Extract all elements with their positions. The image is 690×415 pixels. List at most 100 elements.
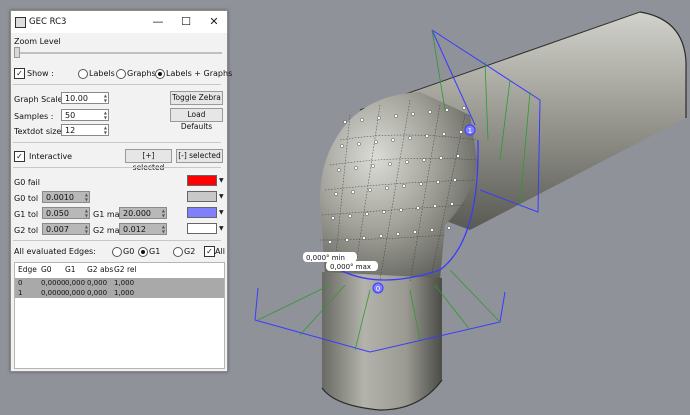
mesh-dot: [456, 154, 460, 158]
mesh-dot: [396, 232, 400, 236]
mesh-dot: [348, 214, 352, 218]
remove-selected-button[interactable]: [-] selected: [176, 149, 223, 163]
edges-g2-label: G2: [184, 247, 196, 256]
cell-g0: 0,0000: [41, 279, 66, 287]
pipe-elbow: [320, 92, 478, 280]
edges-g0-radio[interactable]: [112, 247, 122, 257]
mesh-dot: [402, 184, 406, 188]
minimize-button[interactable]: —: [147, 14, 169, 30]
chevron-down-icon[interactable]: ▼: [219, 177, 224, 184]
mesh-dot: [436, 180, 440, 184]
cell-edge: 1: [18, 289, 23, 297]
mesh-dot: [411, 112, 415, 116]
toggle-zebra-button[interactable]: Toggle Zebra: [170, 91, 223, 105]
show-graphs-radio[interactable]: [116, 69, 126, 79]
load-defaults-button[interactable]: Load Defaults: [170, 108, 223, 131]
mesh-dot: [388, 162, 392, 166]
mesh-dot: [408, 136, 412, 140]
divider: [13, 84, 221, 85]
table-row[interactable]: 0 0,0000 0,000 0,000 1,000: [15, 278, 224, 288]
mesh-dot: [450, 202, 454, 206]
g1-max-input[interactable]: 20.000 ▲ ▼: [119, 207, 167, 219]
textdot-size-input[interactable]: 12 ▲ ▼: [61, 124, 109, 136]
col-header-g2-abs[interactable]: G2 abs: [87, 265, 113, 274]
mesh-dot: [374, 140, 378, 144]
edges-all-checkbox[interactable]: ✓: [204, 246, 215, 257]
mesh-dot: [413, 230, 417, 234]
close-button[interactable]: ✕: [203, 14, 225, 30]
cell-g0: 0,0000: [41, 289, 66, 297]
cell-g2-abs: 0,000: [87, 279, 108, 287]
g2-color-swatch[interactable]: [187, 223, 217, 234]
app-icon: [15, 17, 26, 28]
show-label: Show :: [27, 69, 54, 78]
g1-tol-label: G1 tol: [14, 210, 39, 219]
mesh-dot: [385, 186, 389, 190]
samples-input[interactable]: 50 ▲ ▼: [61, 109, 109, 121]
show-labels-radio[interactable]: [78, 69, 88, 79]
mesh-dot: [360, 118, 364, 122]
interactive-label: Interactive: [29, 152, 73, 161]
mesh-dot: [328, 240, 332, 244]
mesh-dot: [394, 114, 398, 118]
zoom-slider-thumb[interactable]: [14, 47, 20, 58]
divider: [13, 167, 221, 168]
mesh-dot: [382, 210, 386, 214]
results-table: Edge G0 G1 G2 abs G2 rel 0 0,0000 0,000 …: [14, 262, 225, 369]
table-row[interactable]: 1 0,0000 0,000 0,000 1,000: [15, 288, 224, 298]
window-title: GEC RC3: [29, 17, 67, 27]
divider: [13, 142, 221, 143]
edge-marker-1[interactable]: 1: [464, 124, 476, 136]
show-labels-label: Labels: [89, 69, 115, 78]
show-labels-graphs-label: Labels + Graphs: [166, 69, 233, 78]
edge-marker-0[interactable]: 0: [372, 282, 384, 294]
edges-g2-radio[interactable]: [173, 247, 183, 257]
show-labels-graphs-radio[interactable]: [155, 69, 165, 79]
mesh-dot: [447, 226, 451, 230]
mesh-dot: [425, 134, 429, 138]
mesh-dot: [371, 164, 375, 168]
g2-tol-label: G2 tol: [14, 226, 39, 235]
g2-max-input[interactable]: 0.012 ▲ ▼: [119, 223, 167, 235]
mesh-dot: [428, 110, 432, 114]
g1-tol-input[interactable]: 0.050 ▲ ▼: [42, 207, 90, 219]
interactive-checkbox[interactable]: ✓: [14, 151, 25, 162]
mesh-dot: [337, 168, 341, 172]
mesh-dot: [368, 188, 372, 192]
g0-tol-color-swatch[interactable]: [187, 191, 217, 202]
col-header-g2-rel[interactable]: G2 rel: [114, 265, 137, 274]
mesh-dot: [343, 120, 347, 124]
mesh-dot: [439, 156, 443, 160]
add-selected-button[interactable]: [+] selected: [125, 149, 172, 172]
chevron-down-icon[interactable]: ▼: [219, 225, 224, 232]
mesh-dot: [430, 228, 434, 232]
show-checkbox[interactable]: ✓: [14, 68, 25, 79]
g1-color-swatch[interactable]: [187, 207, 217, 218]
mesh-dot: [345, 238, 349, 242]
g0-tol-label: G0 tol: [14, 194, 39, 203]
svg-text:1: 1: [468, 127, 472, 135]
col-header-g0[interactable]: G0: [41, 265, 52, 274]
graph-scale-input[interactable]: 10.00 ▲ ▼: [61, 92, 109, 104]
mesh-dot: [365, 212, 369, 216]
g0-fail-color-swatch[interactable]: [187, 175, 217, 186]
edges-g1-radio[interactable]: [138, 247, 148, 257]
textdot-size-label: Textdot size:: [14, 127, 65, 136]
svg-text:0,000° max: 0,000° max: [330, 263, 371, 271]
mesh-dot: [405, 160, 409, 164]
cell-edge: 0: [18, 279, 23, 287]
mesh-dot: [351, 190, 355, 194]
svg-text:0: 0: [376, 285, 380, 293]
col-header-g1[interactable]: G1: [65, 265, 76, 274]
title-bar: GEC RC3 — ☐ ✕: [11, 11, 227, 33]
chevron-down-icon[interactable]: ▼: [219, 193, 224, 200]
zoom-slider-track[interactable]: [14, 52, 222, 54]
chevron-down-icon[interactable]: ▼: [219, 209, 224, 216]
mesh-dot: [362, 236, 366, 240]
col-header-edge[interactable]: Edge: [18, 265, 37, 274]
graph-scale-label: Graph Scale :: [14, 95, 68, 104]
g2-tol-input[interactable]: 0.007 ▲ ▼: [42, 223, 90, 235]
cell-g1: 0,000: [65, 279, 86, 287]
maximize-button[interactable]: ☐: [175, 14, 197, 30]
g0-tol-input[interactable]: 0.0010 ▲ ▼: [42, 191, 90, 203]
